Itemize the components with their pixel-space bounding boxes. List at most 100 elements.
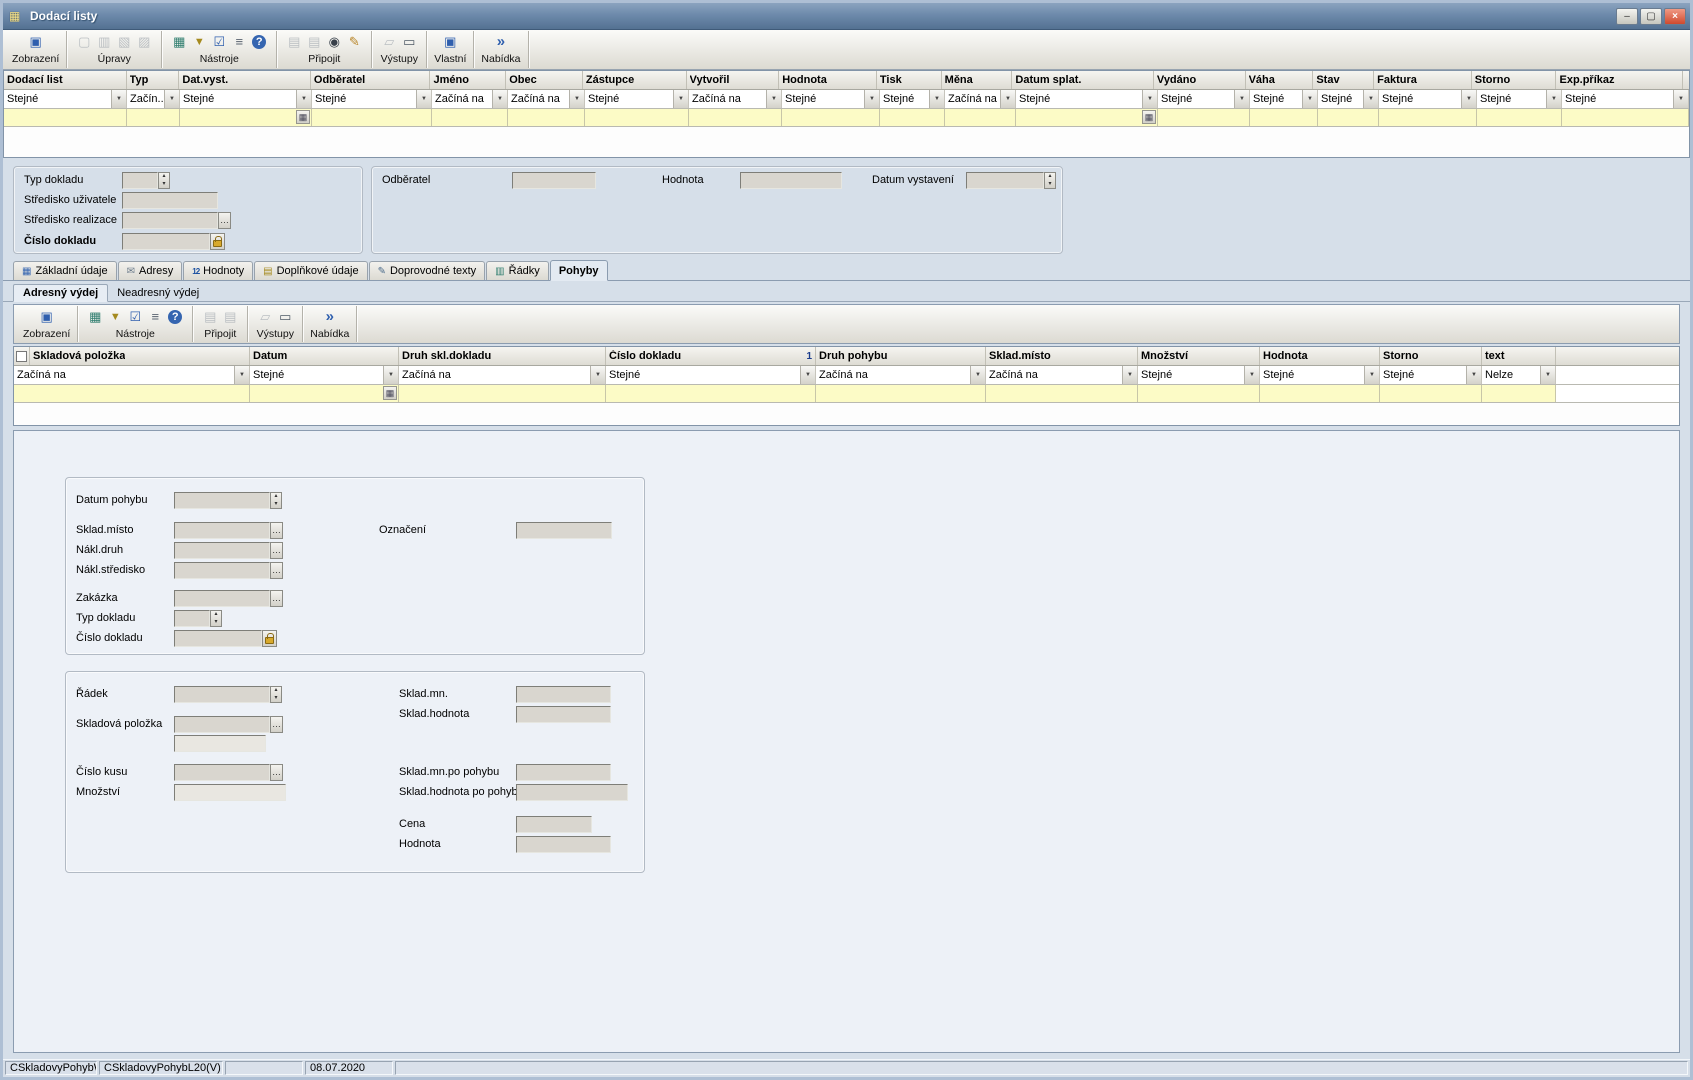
column-header-1[interactable]: Datum — [250, 347, 399, 365]
filter-operator-combo[interactable]: Stejné▼ — [1158, 90, 1250, 108]
cislo-dokladu-input[interactable] — [122, 233, 210, 250]
column-header-3[interactable]: Číslo dokladu1 — [606, 347, 816, 365]
column-header-12[interactable]: Vydáno — [1154, 71, 1246, 89]
calendar-button[interactable]: ▦ — [296, 110, 310, 124]
select-all-checkbox[interactable] — [16, 351, 27, 362]
column-header-11[interactable]: Datum splat. — [1012, 71, 1153, 89]
column-header-2[interactable]: Dat.vyst. — [179, 71, 311, 89]
filter-operator-combo[interactable]: Nelze▼ — [1482, 366, 1556, 384]
column-header-5[interactable]: Obec — [506, 71, 583, 89]
column-header-5[interactable]: Sklad.místo — [986, 347, 1138, 365]
sklad-mn-po-input[interactable] — [516, 764, 611, 781]
filter-value-cell[interactable] — [312, 109, 432, 126]
filter-value-cell[interactable] — [782, 109, 880, 126]
column-header-0[interactable]: Skladová položka — [30, 347, 250, 365]
filter-operator-combo[interactable]: Začín...▼ — [127, 90, 180, 108]
minimize-button[interactable]: – — [1616, 8, 1638, 25]
dropdown-arrow-icon[interactable]: ▼ — [1466, 366, 1481, 384]
dropdown-arrow-icon[interactable]: ▼ — [416, 90, 431, 108]
tasks-icon[interactable]: ☑ — [125, 308, 145, 326]
filter-operator-combo[interactable]: Začíná na▼ — [986, 366, 1138, 384]
column-header-0[interactable]: Dodací list — [4, 71, 127, 89]
filter-value-cell[interactable] — [14, 385, 250, 402]
filter-icon[interactable]: ▼ — [105, 308, 125, 326]
filter-operator-combo[interactable]: Stejné▼ — [1380, 366, 1482, 384]
filter-value-cell[interactable] — [986, 385, 1138, 402]
datum-pohybu-input[interactable] — [174, 492, 270, 509]
table-icon[interactable]: ▦ — [169, 33, 189, 51]
filter-operator-combo[interactable]: Stejné▼ — [585, 90, 689, 108]
dropdown-arrow-icon[interactable]: ▼ — [1540, 366, 1555, 384]
filter-operator-combo[interactable]: Stejné▼ — [1379, 90, 1477, 108]
filter-operator-combo[interactable]: Začíná na▼ — [508, 90, 585, 108]
spinner-down-icon[interactable]: ▾ — [211, 619, 221, 627]
close-button[interactable]: × — [1664, 8, 1686, 25]
filter-operator-combo[interactable]: Stejné▼ — [1260, 366, 1380, 384]
filter-value-cell[interactable] — [1477, 109, 1562, 126]
filter-operator-combo[interactable]: Stejné▼ — [250, 366, 399, 384]
stredisko-realizace-input[interactable] — [122, 212, 218, 229]
column-header-9[interactable]: Tisk — [877, 71, 942, 89]
dropdown-arrow-icon[interactable]: ▼ — [296, 90, 311, 108]
datum-pohybu-spinner[interactable]: ▴▾ — [270, 492, 282, 509]
sklad-misto-input[interactable] — [174, 522, 270, 539]
filter-operator-combo[interactable]: Stejné▼ — [880, 90, 945, 108]
spinner-down-icon[interactable]: ▾ — [271, 501, 281, 509]
dropdown-arrow-icon[interactable]: ▼ — [234, 366, 249, 384]
cislo-dokladu-lock-button[interactable] — [210, 233, 225, 250]
column-header-7[interactable]: Vytvořil — [687, 71, 780, 89]
grid1-empty-rows-area[interactable] — [4, 127, 1689, 157]
select-all-cell[interactable] — [14, 347, 30, 365]
dropdown-arrow-icon[interactable]: ▼ — [492, 90, 507, 108]
mnozstvi-input[interactable] — [174, 784, 286, 801]
filter-value-cell[interactable] — [816, 385, 986, 402]
dropdown-arrow-icon[interactable]: ▼ — [970, 366, 985, 384]
dropdown-arrow-icon[interactable]: ▼ — [1122, 366, 1137, 384]
tab-doplnkove-udaje[interactable]: ▤Doplňkové údaje — [254, 261, 367, 280]
filter-operator-combo[interactable]: Stejné▼ — [1477, 90, 1562, 108]
calendar-button[interactable]: ▦ — [383, 386, 397, 400]
filter-value-cell[interactable] — [606, 385, 816, 402]
skladova-polozka-input[interactable] — [174, 716, 270, 733]
dropdown-arrow-icon[interactable]: ▼ — [1546, 90, 1561, 108]
filter-value-cell[interactable]: ▦ — [250, 385, 399, 402]
brush-icon[interactable]: ✎ — [344, 33, 364, 51]
print-icon[interactable]: ▭ — [399, 33, 419, 51]
maximize-button[interactable]: ▢ — [1640, 8, 1662, 25]
cislo-dokladu-detail-lock-button[interactable] — [262, 630, 277, 647]
radek-input[interactable] — [174, 686, 270, 703]
tasks-icon[interactable]: ☑ — [209, 33, 229, 51]
zakazka-lookup-button[interactable]: … — [270, 590, 283, 607]
filter-value-cell[interactable] — [880, 109, 945, 126]
tab-radky[interactable]: ▥Řádky — [486, 261, 549, 280]
column-header-6[interactable]: Zástupce — [583, 71, 687, 89]
column-header-15[interactable]: Faktura — [1374, 71, 1472, 89]
datum-vystaveni-input[interactable] — [966, 172, 1044, 189]
column-header-13[interactable]: Váha — [1246, 71, 1314, 89]
cislo-kusu-input[interactable] — [174, 764, 270, 781]
typ-dokladu-input[interactable] — [122, 172, 158, 189]
sklad-hodnota-po-input[interactable] — [516, 784, 628, 801]
dropdown-arrow-icon[interactable]: ▼ — [383, 366, 398, 384]
dropdown-arrow-icon[interactable]: ▼ — [929, 90, 944, 108]
typ-dokladu-detail-spinner[interactable]: ▴▾ — [210, 610, 222, 627]
filter-operator-combo[interactable]: Stejné▼ — [606, 366, 816, 384]
nakl-stredisko-input[interactable] — [174, 562, 270, 579]
spinner-up-icon[interactable]: ▴ — [159, 173, 169, 181]
dropdown-arrow-icon[interactable]: ▼ — [1364, 366, 1379, 384]
column-header-4[interactable]: Jméno — [430, 71, 506, 89]
tab-doprovodne-texty[interactable]: ✎Doprovodné texty — [369, 261, 486, 280]
skladova-polozka-name-input[interactable] — [174, 735, 266, 752]
filter-operator-combo[interactable]: Stejné▼ — [1318, 90, 1379, 108]
camera-icon[interactable]: ◉ — [324, 33, 344, 51]
filter-value-cell[interactable] — [945, 109, 1016, 126]
custom-icon[interactable]: ▣ — [440, 33, 460, 51]
filter-operator-combo[interactable]: Začíná na▼ — [816, 366, 986, 384]
subtab-neadresny-vydej[interactable]: Neadresný výdej — [108, 285, 208, 301]
dropdown-arrow-icon[interactable]: ▼ — [590, 366, 605, 384]
cislo-dokladu-detail-input[interactable] — [174, 630, 262, 647]
nakl-druh-lookup-button[interactable]: … — [270, 542, 283, 559]
dropdown-arrow-icon[interactable]: ▼ — [1302, 90, 1317, 108]
filter-value-cell[interactable] — [1318, 109, 1379, 126]
dropdown-arrow-icon[interactable]: ▼ — [1000, 90, 1015, 108]
